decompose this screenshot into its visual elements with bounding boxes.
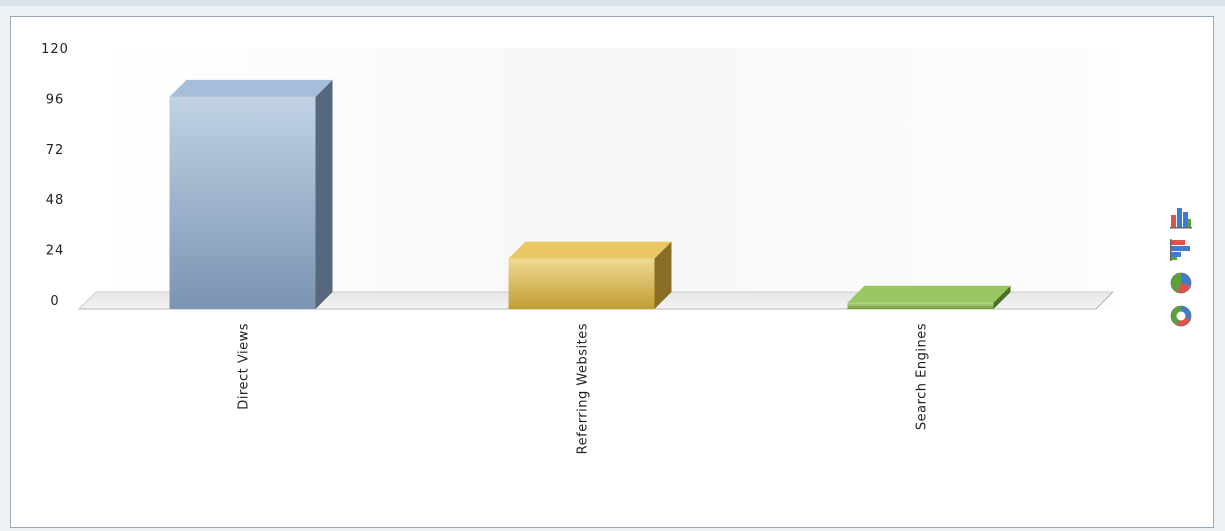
chart-panel: 0 24 48 72 96 120 Direct Views Referring Websi… [10,16,1214,528]
y-tick-label: 48 [46,193,65,208]
pie-chart-icon[interactable] [1169,271,1193,295]
y-tick-label: 24 [46,244,65,259]
bar-direct-views[interactable] [169,79,333,310]
bar-side [315,79,333,310]
bar-front [169,96,316,310]
bar-top [847,285,1011,303]
bar-front [847,302,994,309]
bar-top [508,241,672,259]
bar-chart-icon[interactable] [1169,238,1193,262]
y-tick-label: 96 [46,92,65,107]
column-chart-icon[interactable] [1169,205,1193,229]
bar-chart: 0 24 48 72 96 120 Direct Views Referring Websi… [41,42,1115,454]
y-tick-label: 0 [50,294,59,309]
doughnut-chart-icon[interactable] [1169,304,1193,328]
x-category-label: Search Engines [915,323,930,430]
bar-referring-websites[interactable] [508,241,672,309]
chart-type-switcher [1169,205,1199,337]
x-category-label: Referring Websites [576,323,591,454]
y-tick-label: 72 [46,143,65,158]
chart-frame: 0 24 48 72 96 120 Direct Views Referring Websi… [0,0,1225,531]
bar-search-engines[interactable] [847,285,1011,309]
bar-front [508,258,655,309]
x-category-label: Direct Views [237,323,252,410]
y-tick-label: 120 [41,42,69,57]
bar-top [169,79,333,97]
